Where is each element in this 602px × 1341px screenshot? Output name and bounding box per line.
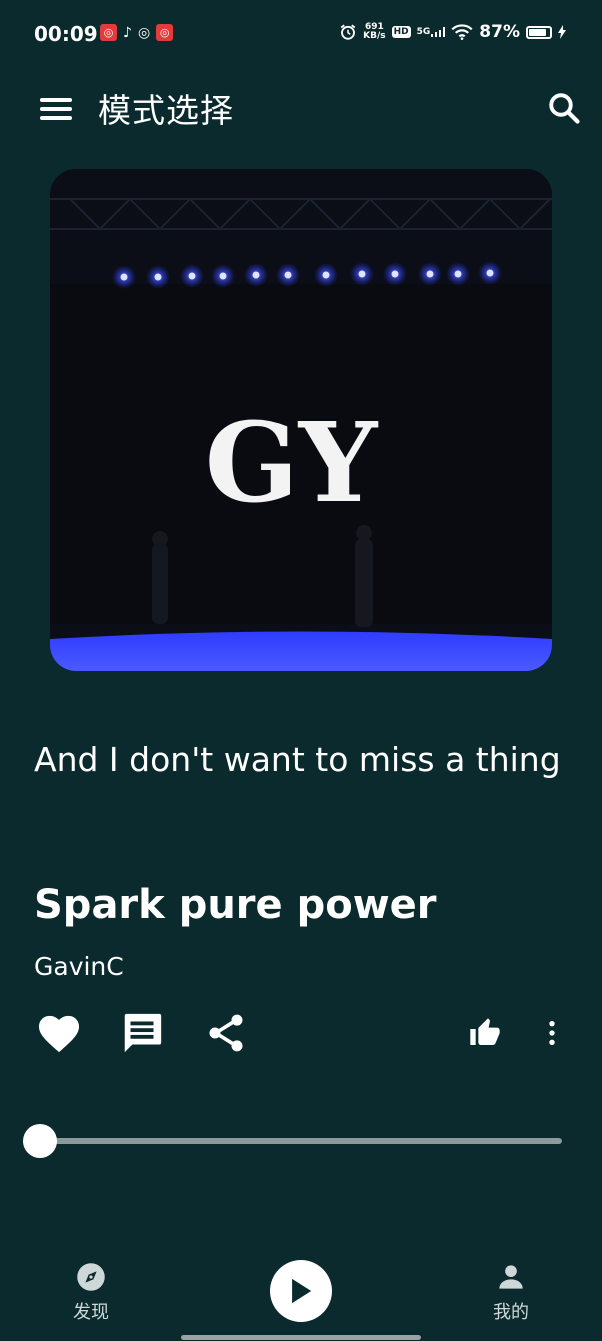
lyric-line[interactable]: And I don't want to miss a thing [34,740,574,779]
network-speed-unit: KB/s [363,31,386,41]
netease-music-icon: ◎ [100,24,117,41]
comment-button[interactable] [117,1008,167,1058]
status-right: 691 KB/s HD 5G 87% [339,22,566,42]
comment-icon [124,1013,162,1053]
netease-music-icon-2: ◎ [156,24,174,41]
status-time: 00:09 [34,22,98,46]
tiktok-icon: ♪ [123,24,132,41]
share-button[interactable] [201,1008,251,1058]
menu-icon[interactable] [38,94,74,124]
like-button[interactable] [34,1008,84,1058]
page-title: 模式选择 [98,91,234,130]
song-title: Spark pure power [34,882,437,928]
compass-icon [77,1263,105,1291]
play-icon [292,1278,312,1304]
thumbs-up-button[interactable] [460,1008,510,1058]
home-indicator[interactable] [181,1335,421,1340]
network-speed: 691 KB/s [363,23,385,41]
status-bar: 00:09 ◎ ♪ ◎ ◎ 691 KB/s HD 5G 87% [0,0,602,70]
battery-icon [526,25,552,39]
battery-fill [529,28,547,36]
top-app-bar: 模式选择 [0,70,602,144]
search-icon[interactable] [546,90,582,126]
progress-thumb[interactable] [23,1124,57,1158]
wifi-icon [451,24,473,40]
battery-percent: 87% [479,22,520,42]
album-art[interactable]: GY [50,169,552,671]
hd-icon: HD [391,26,411,38]
signal-label: 5G [416,27,431,37]
album-logo-text: GY [205,398,379,527]
play-button[interactable] [270,1260,332,1322]
more-vertical-icon [549,1020,555,1046]
nav-discover-label: 发现 [73,1302,109,1323]
nav-mine[interactable]: 我的 [471,1262,551,1324]
notification-icons: ◎ ♪ ◎ ◎ [100,24,174,41]
bottom-navigation: 发现 我的 [0,1250,602,1341]
share-icon [209,1014,243,1052]
alarm-icon [340,24,356,40]
nav-mine-label: 我的 [493,1302,529,1323]
nav-discover[interactable]: 发现 [51,1262,131,1324]
thumbs-up-icon [470,1018,500,1045]
more-options-button[interactable] [527,1008,577,1058]
heart-icon [38,1015,80,1053]
netease-outline-icon: ◎ [137,24,151,41]
album-art-image: GY [50,169,552,671]
charging-icon [558,25,566,39]
progress-track[interactable] [40,1138,562,1144]
person-icon [499,1265,523,1289]
artist-name[interactable]: GavinC [34,952,124,981]
signal-icon: 5G [417,27,446,37]
